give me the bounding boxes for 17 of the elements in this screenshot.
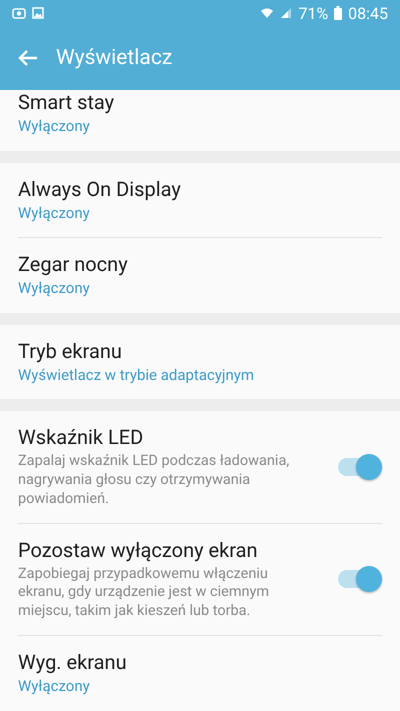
- setting-value: Wyłączony: [18, 117, 91, 136]
- setting-description: Zapobiegaj przypadkowemu włączeniu ekranu, gdy urządzenie jest w ciemnym miejscu, takim jak kieszeń lub torba.: [18, 564, 270, 622]
- setting-title[interactable]: Zegar nocny: [18, 252, 382, 276]
- setting-value: Wyłączony: [18, 279, 91, 298]
- setting-title[interactable]: Tryb ekranu: [18, 338, 382, 362]
- setting-value: Wyświetlacz w trybie adaptacyjnym: [18, 366, 256, 385]
- setting-title[interactable]: Smart stay: [18, 90, 382, 114]
- setting-title[interactable]: Wyg. ekranu: [18, 650, 382, 674]
- battery-percent: 71%: [298, 4, 328, 22]
- clock: 08:45: [348, 4, 388, 22]
- setting-title[interactable]: Wskaźnik LED: [18, 425, 300, 449]
- setting-value: Wyłączony: [18, 677, 91, 697]
- setting-title[interactable]: Always On Display: [18, 176, 382, 200]
- setting-value: Wyłączony: [18, 204, 91, 223]
- screen-title: Wyświetlacz: [56, 46, 172, 70]
- setting-title[interactable]: Pozostaw wyłączony ekran: [18, 538, 300, 562]
- setting-description: Zapalaj wskaźnik LED podczas ładowania, nagrywania głosu czy otrzymywania powiadomień.: [18, 452, 290, 509]
